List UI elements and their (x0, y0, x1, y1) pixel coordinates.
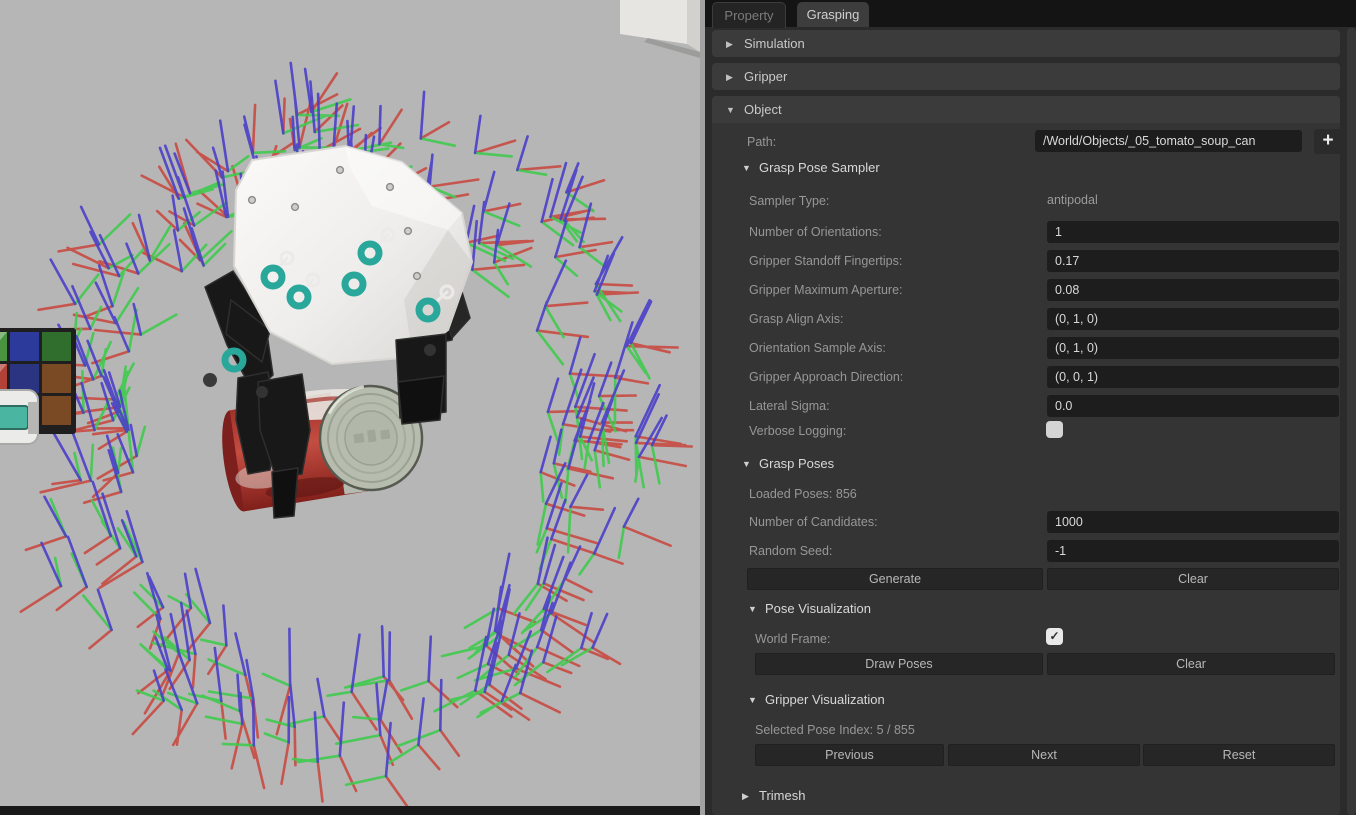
chevron-down-icon: ▼ (726, 97, 736, 124)
chevron-right-icon: ▶ (742, 791, 752, 802)
application-window: Property Grasping ▶Simulation ▶Gripper ▼… (0, 0, 1356, 815)
orientations-input[interactable] (1047, 221, 1339, 243)
sampler-type-value: antipodal (1047, 193, 1098, 207)
subsection-gripper-visualization[interactable]: ▼Gripper Visualization (748, 692, 885, 707)
random-seed-input[interactable] (1047, 540, 1339, 562)
loaded-poses-text: Loaded Poses: 856 (749, 487, 857, 501)
section-simulation[interactable]: ▶Simulation (712, 30, 1340, 57)
path-input[interactable] (1035, 130, 1302, 152)
section-gripper[interactable]: ▶Gripper (712, 63, 1340, 90)
chevron-down-icon: ▼ (742, 163, 752, 173)
section-object: ▼Object Path: + ▼Grasp Pose Sampler Samp… (712, 96, 1340, 815)
chevron-right-icon: ▶ (726, 31, 736, 58)
selected-pose-index-text: Selected Pose Index: 5 / 855 (755, 723, 915, 737)
next-pose-button[interactable]: Next (948, 744, 1140, 766)
align-axis-input[interactable] (1047, 308, 1339, 330)
panel-scrollbar[interactable] (1347, 28, 1356, 815)
clear-poses-button[interactable]: Clear (1047, 568, 1339, 590)
add-object-button[interactable]: + (1314, 129, 1342, 154)
world-frame-label: World Frame: (755, 632, 830, 646)
section-object-header[interactable]: ▼Object (712, 96, 1340, 123)
path-label: Path: (747, 135, 776, 149)
subsection-grasp-pose-sampler[interactable]: ▼Grasp Pose Sampler (742, 160, 880, 175)
chevron-down-icon: ▼ (742, 459, 752, 469)
viewport-bottom-edge (0, 806, 700, 815)
tab-bar: Property Grasping (705, 0, 1356, 27)
orientations-label: Number of Orientations: (749, 225, 882, 239)
sample-axis-label: Orientation Sample Axis: (749, 341, 886, 355)
generate-button[interactable]: Generate (747, 568, 1043, 590)
background-wall (620, 0, 700, 58)
reset-pose-button[interactable]: Reset (1143, 744, 1335, 766)
grasping-panel: Property Grasping ▶Simulation ▶Gripper ▼… (705, 0, 1356, 815)
chevron-right-icon: ▶ (726, 64, 736, 91)
aperture-label: Gripper Maximum Aperture: (749, 283, 903, 297)
aperture-input[interactable] (1047, 279, 1339, 301)
random-seed-label: Random Seed: (749, 544, 832, 558)
candidates-input[interactable] (1047, 511, 1339, 533)
lateral-sigma-label: Lateral Sigma: (749, 399, 830, 413)
clear-visualization-button[interactable]: Clear (1047, 653, 1335, 675)
viewport-3d[interactable] (0, 0, 700, 815)
chevron-down-icon: ▼ (748, 695, 758, 705)
draw-poses-button[interactable]: Draw Poses (755, 653, 1043, 675)
verbose-logging-checkbox[interactable] (1046, 421, 1063, 438)
candidates-label: Number of Candidates: (749, 515, 878, 529)
subsection-grasp-poses[interactable]: ▼Grasp Poses (742, 456, 834, 471)
sample-axis-input[interactable] (1047, 337, 1339, 359)
world-frame-checkbox[interactable]: ✓ (1046, 628, 1063, 645)
gripper-model (234, 146, 472, 364)
sampler-type-label: Sampler Type: (749, 194, 829, 208)
tab-property[interactable]: Property (712, 2, 786, 28)
chevron-down-icon: ▼ (748, 604, 758, 614)
verbose-logging-label: Verbose Logging: (749, 424, 846, 438)
align-axis-label: Grasp Align Axis: (749, 312, 844, 326)
standoff-label: Gripper Standoff Fingertips: (749, 254, 902, 268)
approach-dir-label: Gripper Approach Direction: (749, 370, 903, 384)
tab-grasping[interactable]: Grasping (797, 2, 869, 27)
subsection-pose-visualization[interactable]: ▼Pose Visualization (748, 601, 871, 616)
subsection-trimesh[interactable]: ▶Trimesh (742, 788, 805, 803)
approach-dir-input[interactable] (1047, 366, 1339, 388)
previous-pose-button[interactable]: Previous (755, 744, 944, 766)
bracket-object (0, 390, 38, 444)
lateral-sigma-input[interactable] (1047, 395, 1339, 417)
standoff-input[interactable] (1047, 250, 1339, 272)
